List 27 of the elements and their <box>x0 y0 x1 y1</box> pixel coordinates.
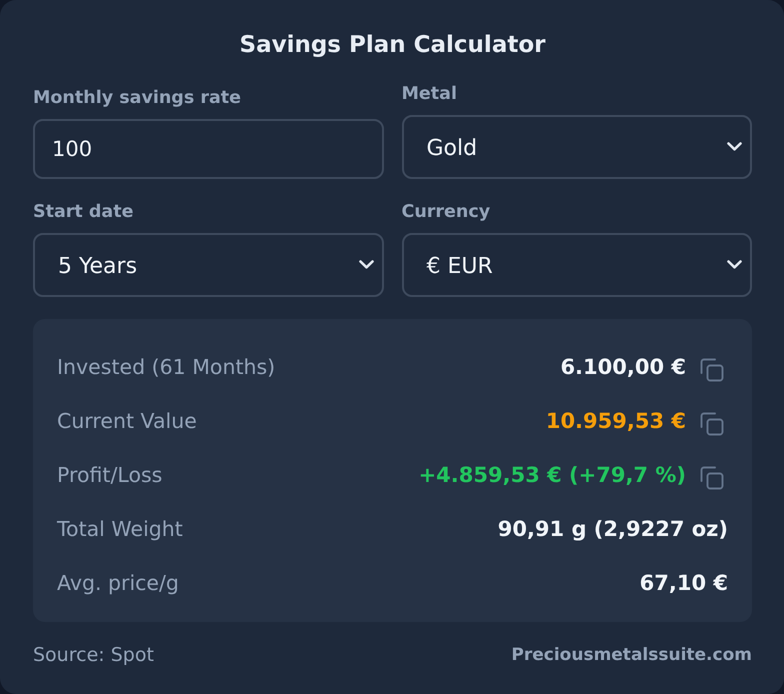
chevron-down-icon <box>358 260 374 268</box>
result-value: 6.100,00 € <box>560 354 686 380</box>
result-label: Profit/Loss <box>57 462 164 488</box>
result-label: Avg. price/g <box>57 570 180 596</box>
result-value: 67,10 € <box>640 570 728 596</box>
result-label: Current Value <box>57 408 198 434</box>
brand-link[interactable]: Preciousmetalssuite.com <box>511 643 752 667</box>
amount-input[interactable]: 100 <box>33 119 384 179</box>
result-label: Total Weight <box>57 516 184 542</box>
result-value: 90,91 g (2,9227 oz) <box>498 516 728 542</box>
copy-icon[interactable] <box>700 466 724 490</box>
copy-icon[interactable] <box>700 358 724 382</box>
copy-icon[interactable] <box>700 412 724 436</box>
dropdown-select[interactable]: 5 Years <box>33 233 384 297</box>
source-label: Source: Spot <box>33 643 154 667</box>
field-label: Monthly savings rate <box>33 87 242 110</box>
result-value: 10.959,53 € <box>546 408 686 434</box>
chevron-down-icon <box>727 142 742 150</box>
field-label: Start date <box>33 201 134 224</box>
field-label: Currency <box>402 201 490 224</box>
chevron-down-icon <box>727 260 742 268</box>
result-label: Invested (61 Months) <box>57 354 276 380</box>
field-label: Metal <box>402 83 457 106</box>
dropdown-select[interactable]: Gold <box>402 115 752 179</box>
dropdown-select[interactable]: € EUR <box>402 233 752 297</box>
result-value: +4.859,53 € (+79,7 %) <box>418 462 686 488</box>
calculator-title: Savings Plan Calculator <box>238 31 546 60</box>
